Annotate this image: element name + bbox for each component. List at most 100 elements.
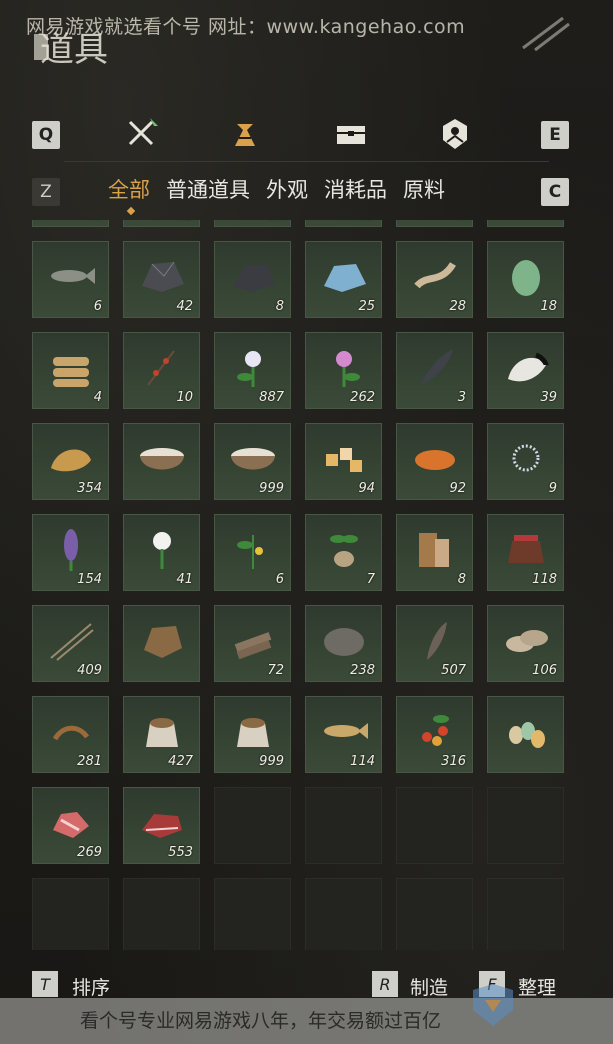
category-appearance[interactable]: 外观 [266,174,308,204]
inventory-slot[interactable]: 9 [487,423,564,500]
inventory-slot[interactable]: 354 [32,423,109,500]
key-e[interactable]: E [541,121,569,149]
inventory-slot[interactable]: 409 [32,605,109,682]
inventory-slot[interactable]: 269 [32,787,109,864]
inventory-slot[interactable]: 3 [396,332,473,409]
item-count: 18 [540,299,557,314]
inventory-slot[interactable]: 427 [123,696,200,773]
category-tabs: 全部 普通道具 外观 消耗品 原料 [108,174,445,204]
inventory-slot[interactable]: 10 [123,332,200,409]
item-count: 18 [267,220,284,223]
item-count: 106 [532,663,557,678]
empty-slot[interactable] [396,787,473,864]
inventory-slot[interactable]: 39 [487,332,564,409]
inventory-grid-inner: 6621893864282528184108872623393549999492… [32,220,564,950]
craft-button[interactable]: 制造 [410,973,448,1000]
inventory-slot[interactable] [487,696,564,773]
inventory-slot[interactable]: 72 [214,605,291,682]
inventory-slot[interactable]: 25 [305,241,382,318]
inventory-slot[interactable]: 999 [214,423,291,500]
dark-feather-icon [407,345,463,389]
sort-button[interactable]: 排序 [72,973,110,1000]
inventory-slot[interactable]: 6 [214,514,291,591]
root-herb-icon [316,527,372,571]
inventory-slot[interactable]: 8 [396,220,473,227]
inventory-slot[interactable]: 553 [123,787,200,864]
inventory-slot[interactable]: 42 [123,241,200,318]
milk-bowl-icon [134,436,190,480]
inventory-slot[interactable]: 999 [214,696,291,773]
empty-slot[interactable] [396,878,473,950]
item-count: 8 [275,299,284,314]
milk-bowl-icon [225,436,281,480]
bag-icon[interactable] [227,116,263,152]
inventory-slot[interactable]: 6 [32,220,109,227]
empty-slot[interactable] [214,878,291,950]
inventory-slot[interactable]: 316 [396,696,473,773]
category-normal[interactable]: 普通道具 [166,174,250,204]
item-count: 316 [441,754,466,769]
empty-slot[interactable] [487,787,564,864]
inventory-slot[interactable]: 92 [396,423,473,500]
item-count: 39 [540,390,557,405]
item-count: 553 [168,845,193,860]
key-t[interactable]: T [32,971,58,997]
category-materials[interactable]: 原料 [403,174,445,204]
empty-slot[interactable] [32,878,109,950]
dark-ore-icon [225,254,281,298]
item-count: 94 [358,481,375,496]
inventory-slot[interactable]: 41 [123,514,200,591]
inventory-slot[interactable]: 238 [305,605,382,682]
item-count: 427 [168,754,193,769]
inventory-slot[interactable]: 4 [32,332,109,409]
item-count: 118 [532,572,557,587]
inventory-slot[interactable] [487,220,564,227]
inventory-slot[interactable]: 62 [123,220,200,227]
inventory-slot[interactable]: 106 [487,605,564,682]
category-all[interactable]: 全部 [108,174,150,204]
item-count: 62 [176,220,193,223]
inventory-slot[interactable]: 281 [32,696,109,773]
silver-flower-icon [498,436,554,480]
inventory-slot[interactable]: 154 [32,514,109,591]
inventory-slot[interactable]: 18 [487,241,564,318]
empty-slot[interactable] [487,878,564,950]
inventory-slot[interactable]: 114 [305,696,382,773]
item-count: 42 [176,299,193,314]
brush-stroke-icon [522,16,570,52]
inventory-slot[interactable]: 28 [396,241,473,318]
eggs-icon [498,709,554,753]
item-count: 354 [77,481,102,496]
inventory-slot[interactable]: 887 [214,332,291,409]
raw-meat-icon [43,800,99,844]
inventory-slot[interactable] [123,605,200,682]
item-count: 10 [176,390,193,405]
wine-jar-icon [498,527,554,571]
fur-pelt-icon [134,618,190,662]
empty-slot[interactable] [214,787,291,864]
empty-slot[interactable] [305,878,382,950]
inventory-slot[interactable]: 94 [305,423,382,500]
key-c[interactable]: C [541,178,569,206]
inventory-slot[interactable]: 507 [396,605,473,682]
inventory-slot[interactable]: 118 [487,514,564,591]
category-consumables[interactable]: 消耗品 [324,174,387,204]
inventory-slot[interactable]: 6 [32,241,109,318]
shrimp-icon [43,709,99,753]
key-z[interactable]: Z [32,178,60,206]
key-q[interactable]: Q [32,121,60,149]
key-r[interactable]: R [372,971,398,997]
empty-slot[interactable] [123,878,200,950]
swords-icon[interactable] [124,116,160,152]
inventory-slot[interactable]: 8 [396,514,473,591]
inventory-slot[interactable] [123,423,200,500]
badge-icon[interactable] [437,116,473,152]
empty-slot[interactable] [305,787,382,864]
inventory-slot[interactable]: 8 [214,241,291,318]
inventory-slot[interactable]: 262 [305,332,382,409]
inventory-slot[interactable]: 7 [305,514,382,591]
inventory-slot[interactable]: 18 [214,220,291,227]
chest-icon[interactable] [333,116,369,152]
inventory-slot[interactable]: 93 [305,220,382,227]
item-count: 41 [176,572,193,587]
